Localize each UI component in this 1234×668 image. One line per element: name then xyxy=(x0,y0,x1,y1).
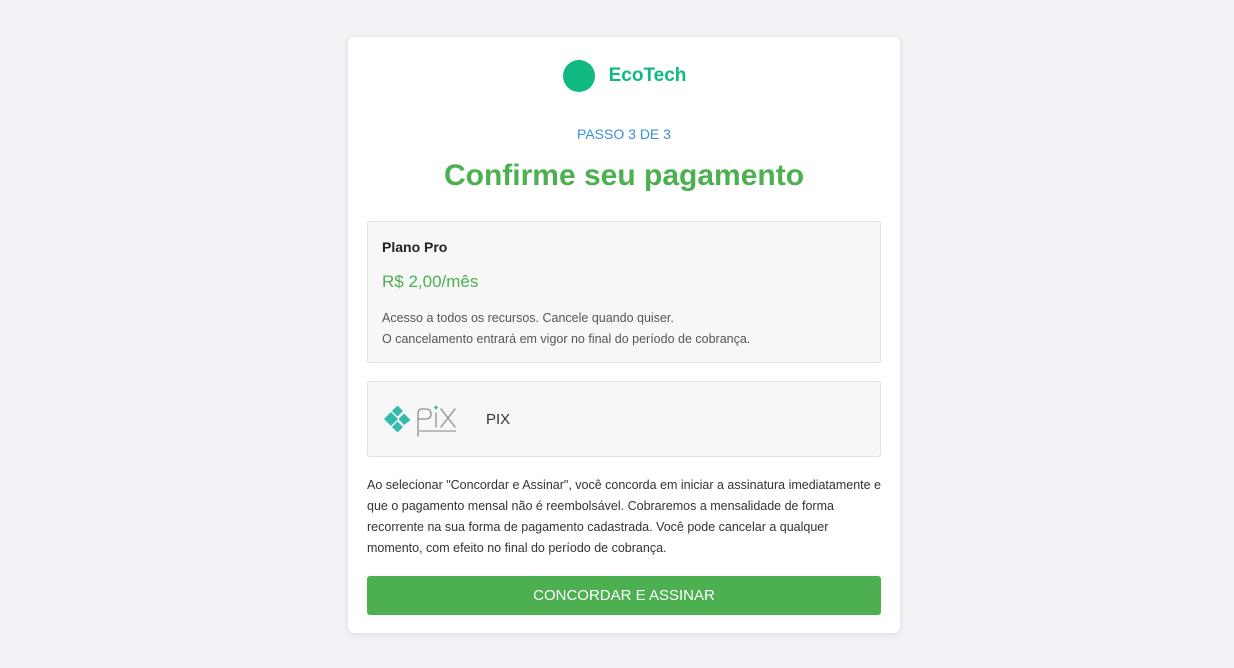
payment-method-label: PIX xyxy=(486,410,511,428)
payment-method-pix[interactable]: PIX xyxy=(367,381,881,457)
circle-logo-icon xyxy=(562,60,595,92)
plan-price: R$ 2,00/mês xyxy=(382,272,479,291)
plan-summary: Plano Pro R$ 2,00/mês Acesso a todos os … xyxy=(367,221,881,363)
terms-text: Ao selecionar "Concordar e Assinar", voc… xyxy=(367,478,881,555)
plan-description-line: Acesso a todos os recursos. Cancele quan… xyxy=(382,311,674,325)
brand-header: EcoTech xyxy=(348,60,900,92)
plan-name: Plano Pro xyxy=(382,239,448,255)
pix-logo-icon xyxy=(384,405,456,437)
checkout-card: EcoTech PASSO 3 DE 3 Confirme seu pagame… xyxy=(348,37,900,633)
plan-description: Acesso a todos os recursos. Cancele quan… xyxy=(382,308,750,350)
step-indicator: PASSO 3 DE 3 xyxy=(577,126,671,142)
plan-description-line: O cancelamento entrará em vigor no final… xyxy=(382,332,751,346)
agree-and-subscribe-button[interactable]: CONCORDAR E ASSINAR xyxy=(367,576,881,615)
brand-name: EcoTech xyxy=(608,65,687,86)
page-title: Confirme seu pagamento xyxy=(443,159,805,192)
